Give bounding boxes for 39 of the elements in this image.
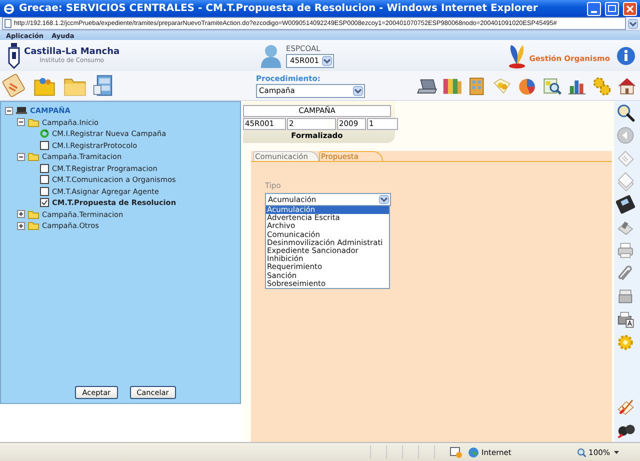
checkbox[interactable] xyxy=(40,198,49,208)
protected-mode-icon xyxy=(450,446,462,458)
user-icon xyxy=(261,44,281,68)
page-icon xyxy=(4,19,12,28)
window-title: Grecae: SERVICIOS CENTRALES - CM.T.Propuesta de Resolucion - Windows Internet Explorer xyxy=(19,3,539,14)
minimize-icon xyxy=(591,10,597,12)
refresh-icon xyxy=(40,129,49,138)
checkbox[interactable] xyxy=(40,164,49,173)
folder-icon xyxy=(28,118,39,127)
checkbox[interactable] xyxy=(40,186,49,196)
expander-icon[interactable] xyxy=(5,106,13,115)
close-button[interactable] xyxy=(623,2,637,16)
expander-icon[interactable] xyxy=(17,152,25,161)
info-icon[interactable] xyxy=(616,46,636,66)
browser-logo-icon xyxy=(3,2,15,14)
emblem-icon xyxy=(507,42,528,68)
checkbox[interactable] xyxy=(40,140,49,150)
restore-icon xyxy=(608,5,616,12)
folder-icon xyxy=(28,210,39,219)
folder-icon xyxy=(28,221,39,230)
caret-icon xyxy=(613,450,620,454)
expander-icon[interactable] xyxy=(17,210,25,218)
globe-icon xyxy=(468,446,479,458)
organization-name: Castilla-La Mancha xyxy=(24,47,120,57)
folder-icon xyxy=(28,152,39,162)
caret-icon[interactable] xyxy=(322,56,332,66)
computer-icon xyxy=(16,106,27,116)
crest-icon xyxy=(8,42,20,68)
zoom-icon xyxy=(576,448,586,456)
gears-icon[interactable] xyxy=(591,74,613,96)
minimize-button[interactable] xyxy=(587,2,601,16)
expander-icon[interactable] xyxy=(17,222,25,230)
checkbox[interactable] xyxy=(40,175,49,184)
caret-icon[interactable] xyxy=(628,18,638,28)
close-icon xyxy=(626,4,634,12)
expander-icon[interactable] xyxy=(17,118,25,126)
restore-button[interactable] xyxy=(605,2,619,16)
caret-icon[interactable] xyxy=(353,86,363,96)
caret-icon[interactable] xyxy=(379,195,389,204)
